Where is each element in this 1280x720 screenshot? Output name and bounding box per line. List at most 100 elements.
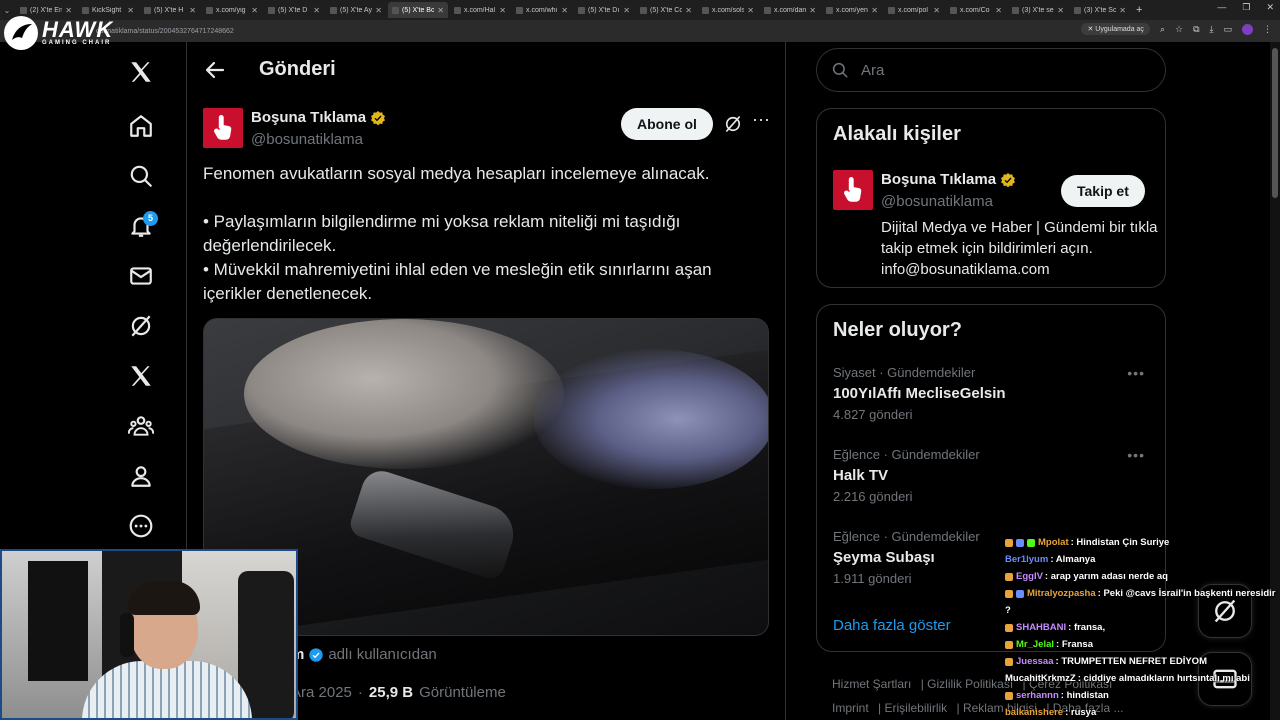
- browser-tab[interactable]: (5) X'te Co ✕: [636, 2, 696, 18]
- premium-x-icon[interactable]: [116, 356, 166, 396]
- browser-tab[interactable]: (3) X'te Sc ✕: [1070, 2, 1130, 18]
- author-avatar[interactable]: [203, 108, 243, 148]
- back-arrow-icon[interactable]: [203, 58, 227, 82]
- chat-username: Juessaa: [1016, 656, 1054, 667]
- post-date[interactable]: Ara 2025: [291, 684, 352, 701]
- hawk-brand: HAWK: [42, 17, 114, 42]
- show-more-link[interactable]: Daha fazla göster: [833, 617, 951, 634]
- related-avatar[interactable]: [833, 170, 873, 210]
- browser-tab[interactable]: (5) X'te Ay ✕: [326, 2, 386, 18]
- post-text-line: değerlendirilecek.: [203, 236, 337, 255]
- browser-tab[interactable]: (5) X'te H ✕: [140, 2, 200, 18]
- hawk-emblem-icon: [4, 16, 38, 50]
- minimize-icon[interactable]: —: [1217, 2, 1226, 13]
- browser-tab-bar: ⌄ (2) X'te En ✕ KickSight ✕ (5) X'te H ✕ x.com…: [0, 0, 1280, 20]
- bookmark-star-icon[interactable]: ☆: [1175, 24, 1183, 35]
- tab-close-icon[interactable]: ✕: [933, 6, 940, 15]
- messages-envelope-icon[interactable]: [116, 256, 166, 296]
- follow-button[interactable]: Takip et: [1061, 175, 1145, 207]
- extensions-icon[interactable]: ⧉: [1193, 24, 1199, 35]
- explore-search-icon[interactable]: [116, 156, 166, 196]
- related-name[interactable]: Boşuna Tıklama: [881, 171, 1016, 188]
- trend-more-icon[interactable]: •••: [1127, 447, 1145, 463]
- browser-tab[interactable]: x.com/whi ✕: [512, 2, 572, 18]
- communities-icon[interactable]: [116, 406, 166, 446]
- tab-close-icon[interactable]: ✕: [1119, 6, 1126, 15]
- browser-tab[interactable]: (5) X'te Bo ✕: [388, 2, 448, 18]
- tab-favicon-icon: [20, 6, 27, 14]
- tab-close-icon[interactable]: ✕: [437, 6, 444, 15]
- browser-tab[interactable]: (5) X'te Dı ✕: [574, 2, 634, 18]
- footer-link[interactable]: Imprint: [832, 701, 869, 715]
- download-icon[interactable]: ⤓: [1210, 24, 1214, 35]
- chat-username: Mpolat: [1038, 537, 1069, 548]
- tab-close-icon[interactable]: ✕: [623, 6, 630, 15]
- browser-tab[interactable]: x.com/Co ✕: [946, 2, 1006, 18]
- tab-close-icon[interactable]: ✕: [499, 6, 506, 15]
- browser-tab[interactable]: x.com/yen ✕: [822, 2, 882, 18]
- tab-close-icon[interactable]: ✕: [809, 6, 816, 15]
- more-options-icon[interactable]: [116, 506, 166, 546]
- menu-kebab-icon[interactable]: ⋮: [1263, 24, 1272, 35]
- tab-close-icon[interactable]: ✕: [995, 6, 1002, 15]
- tab-close-icon[interactable]: ✕: [251, 6, 258, 15]
- split-view-icon[interactable]: ▭: [1223, 24, 1232, 35]
- grok-icon[interactable]: [116, 306, 166, 346]
- zoom-icon[interactable]: ⌕: [1160, 24, 1165, 35]
- author-handle[interactable]: @bosunatiklama: [251, 131, 363, 148]
- browser-tab[interactable]: x.com/dan ✕: [760, 2, 820, 18]
- browser-tab[interactable]: x.com/Hal ✕: [450, 2, 510, 18]
- tab-close-icon[interactable]: ✕: [1057, 6, 1064, 15]
- url-text[interactable]: osunatiklama/status/2004532764717248662: [96, 28, 234, 35]
- new-tab-button[interactable]: +: [1136, 4, 1142, 16]
- browser-tab[interactable]: (5) X'te D ✕: [264, 2, 324, 18]
- post-text-line: Fenomen avukatların sosyal medya hesapla…: [203, 164, 710, 183]
- tab-close-icon[interactable]: ✕: [871, 6, 878, 15]
- tab-favicon-icon: [1012, 6, 1019, 14]
- tab-favicon-icon: [1074, 6, 1081, 14]
- post-text-line: • Müvekkil mahremiyetini ihlal eden ve m…: [203, 260, 712, 279]
- footer-link[interactable]: Gizlilik Politikası: [927, 677, 1013, 691]
- author-name[interactable]: Boşuna Tıklama: [251, 109, 386, 126]
- notifications-bell-icon[interactable]: 5: [116, 206, 166, 246]
- trend-more-icon[interactable]: •••: [1127, 365, 1145, 381]
- grok-explain-icon[interactable]: [723, 114, 743, 134]
- tab-favicon-icon: [516, 6, 523, 14]
- open-in-app-button[interactable]: ✕ Uygulamada aç: [1081, 23, 1150, 35]
- tab-close-icon[interactable]: ✕: [747, 6, 754, 15]
- quoted-attribution[interactable]: m adlı kullanıcıdan: [291, 646, 437, 663]
- x-logo-icon[interactable]: [116, 52, 166, 92]
- tab-search-icon[interactable]: ⌄: [0, 6, 14, 15]
- search-box[interactable]: Ara: [816, 48, 1166, 92]
- tab-title: (2) X'te En: [30, 6, 63, 14]
- tab-close-icon[interactable]: ✕: [561, 6, 568, 15]
- chat-badge-icon: [1027, 538, 1035, 547]
- footer-link[interactable]: Hizmet Şartları: [832, 677, 911, 691]
- chat-text: : hindistan: [1060, 690, 1109, 701]
- tab-close-icon[interactable]: ✕: [127, 6, 134, 15]
- tab-close-icon[interactable]: ✕: [65, 6, 72, 15]
- tab-close-icon[interactable]: ✕: [375, 6, 382, 15]
- tab-favicon-icon: [206, 6, 213, 14]
- profile-avatar[interactable]: [1242, 23, 1253, 35]
- tab-close-icon[interactable]: ✕: [189, 6, 196, 15]
- related-handle[interactable]: @bosunatiklama: [881, 193, 993, 210]
- home-icon[interactable]: [116, 106, 166, 146]
- maximize-icon[interactable]: ❐: [1242, 2, 1250, 13]
- address-bar[interactable]: osunatiklama/status/2004532764717248662 …: [0, 20, 1280, 42]
- post-more-icon[interactable]: ···: [751, 110, 771, 132]
- trend-item[interactable]: Eğlence · Gündemdekiler Halk TV 2.216 gö…: [833, 447, 1153, 519]
- profile-icon[interactable]: [116, 456, 166, 496]
- trend-item[interactable]: Siyaset · Gündemdekiler 100YılAffı Mecli…: [833, 365, 1153, 437]
- browser-tab[interactable]: x.com/pol ✕: [884, 2, 944, 18]
- browser-tab[interactable]: (3) X'te se ✕: [1008, 2, 1068, 18]
- stream-chat-overlay: Mpolat: Hindistan Çin Suriye Ber1lyum: Al…: [1005, 534, 1280, 720]
- scrollbar-thumb[interactable]: [1272, 48, 1278, 198]
- tab-close-icon[interactable]: ✕: [685, 6, 692, 15]
- tab-close-icon[interactable]: ✕: [313, 6, 320, 15]
- subscribe-button[interactable]: Abone ol: [621, 108, 713, 140]
- footer-link[interactable]: Erişilebilirlik: [884, 701, 947, 715]
- close-window-icon[interactable]: ✕: [1266, 2, 1274, 13]
- browser-tab[interactable]: x.com/yig ✕: [202, 2, 262, 18]
- browser-tab[interactable]: x.com/sols ✕: [698, 2, 758, 18]
